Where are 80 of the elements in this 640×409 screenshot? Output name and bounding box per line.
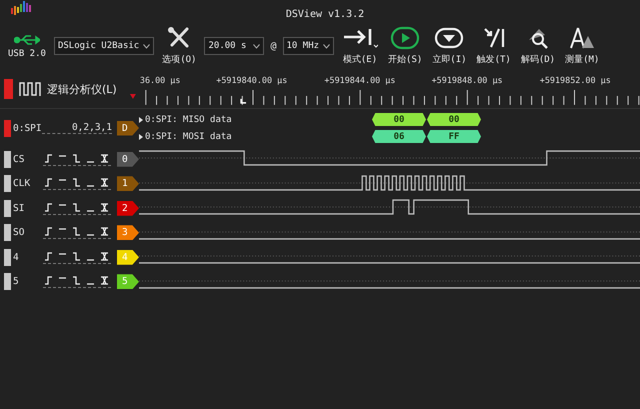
channel-name: SI [13, 202, 26, 214]
rising-edge-icon[interactable] [44, 250, 54, 262]
falling-edge-icon[interactable] [72, 275, 82, 286]
falling-edge-icon[interactable] [72, 152, 82, 164]
cursor-marker-icon [240, 98, 246, 104]
chevron-down-icon [143, 44, 150, 48]
falling-edge-icon[interactable] [72, 177, 82, 188]
expand-arrow-icon[interactable] [139, 134, 143, 140]
channel-marker [4, 150, 11, 168]
falling-edge-icon[interactable] [72, 202, 82, 213]
time-label: 36.00 μs [140, 75, 180, 86]
any-edge-icon[interactable] [100, 226, 110, 238]
channel-tag: 5 [117, 274, 139, 290]
device-select[interactable]: DSLogic U2Basic [54, 37, 154, 55]
channel-name: CS [13, 154, 26, 165]
time-label: +5919844.00 μs [324, 75, 396, 86]
trigger-button[interactable]: 触发(T) [476, 26, 511, 66]
decoder-tag: D [117, 120, 139, 136]
trigger-marker-icon [130, 94, 136, 99]
channel-marker [4, 273, 11, 290]
time-label: +5919848.00 μs [432, 75, 503, 86]
decoded-value: 00 [372, 113, 426, 126]
decoded-value: FF [427, 130, 481, 143]
decode-button[interactable]: 解码(D) [520, 26, 556, 66]
channel-tag: 0 [117, 152, 139, 167]
decoder-channels: 0,2,3,1 [42, 122, 112, 134]
mode-tab[interactable]: 逻辑分析仪(L) [47, 82, 117, 96]
any-edge-icon[interactable] [100, 152, 110, 164]
decoded-value: 06 [372, 130, 426, 143]
chevron-down-icon [253, 44, 260, 48]
window-title: DSView v1.3.2 [286, 8, 364, 20]
expand-arrow-icon[interactable] [139, 116, 143, 122]
channel-tag: 2 [117, 200, 139, 216]
channel-marker [4, 175, 11, 192]
start-button[interactable]: 开始(S) [388, 26, 422, 66]
decoder-row-label: 0:SPI: MOSI data [145, 132, 233, 142]
options-button[interactable]: 选项(O) [162, 26, 196, 66]
mode-marker [4, 79, 13, 99]
decoder-name: 0:SPI [13, 122, 39, 134]
instant-button[interactable]: 立即(I) [432, 26, 467, 66]
channel-marker [4, 224, 11, 242]
channel-name: SO [13, 227, 26, 238]
any-edge-icon[interactable] [100, 202, 110, 213]
decoder-row-label: 0:SPI: MISO data [145, 114, 233, 124]
arrow-to-bar-icon [342, 26, 378, 50]
channel-tag: 3 [117, 225, 139, 240]
rising-edge-icon[interactable] [44, 177, 54, 188]
measure-button[interactable]: 测量(M) [565, 26, 600, 66]
duration-select[interactable]: 20.00 s [204, 37, 264, 55]
trigger-icon [482, 26, 506, 50]
square-wave-icon [19, 81, 41, 97]
channel-tag: 4 [117, 250, 139, 265]
rising-edge-icon[interactable] [44, 202, 54, 213]
instant-icon [434, 26, 464, 50]
decoder-color-marker [4, 120, 11, 136]
decoded-value: 00 [427, 113, 481, 126]
channel-name: 4 [13, 252, 20, 263]
falling-edge-icon[interactable] [72, 226, 82, 238]
time-label: +5919852.00 μs [540, 75, 611, 86]
time-label: +5919840.00 μs [216, 75, 288, 86]
usb-icon [14, 34, 40, 46]
rising-edge-icon[interactable] [44, 152, 54, 164]
app-logo-icon [10, 0, 32, 16]
at-label: @ [270, 40, 277, 52]
any-edge-icon[interactable] [100, 177, 110, 188]
channel-name: CLK [13, 178, 32, 190]
samplerate-select[interactable]: 10 MHz [282, 37, 334, 55]
mode-button[interactable]: 模式(E) [342, 26, 378, 66]
channel-tag: 1 [117, 176, 139, 192]
channel-marker [4, 248, 11, 266]
chevron-down-icon [323, 44, 330, 48]
connection-label: USB 2.0 [8, 48, 46, 58]
channel-name: 5 [13, 276, 20, 288]
any-edge-icon[interactable] [100, 250, 110, 262]
play-icon [390, 26, 420, 50]
rising-edge-icon[interactable] [44, 226, 54, 238]
any-edge-icon[interactable] [100, 275, 110, 286]
falling-edge-icon[interactable] [72, 250, 82, 262]
channel-marker [4, 200, 11, 217]
rising-edge-icon[interactable] [44, 275, 54, 286]
